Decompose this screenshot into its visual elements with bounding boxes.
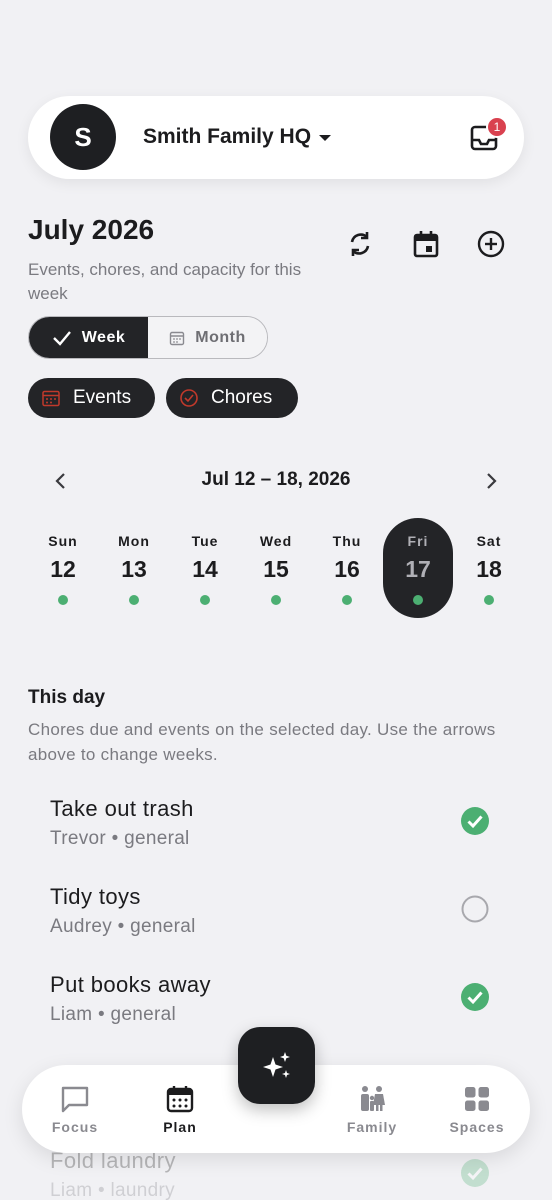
nav-spaces[interactable]: Spaces [432,1085,522,1135]
day-sun[interactable]: Sun 12 [28,518,98,618]
month-label: Month [195,328,246,346]
calendar-icon [170,331,185,345]
chore-title: Take out trash [50,796,194,821]
view-toggle: Week Month [28,316,268,359]
activity-dot [58,595,68,605]
notification-badge: 1 [486,116,508,138]
chevron-down-icon [319,135,332,141]
day-number: 13 [121,556,147,582]
nav-plan[interactable]: Plan [135,1085,225,1135]
month-view-button[interactable]: Month [148,317,267,358]
activity-dot [342,595,352,605]
add-circle-icon[interactable] [475,228,507,260]
day-name: Sun [48,533,78,549]
day-number: 16 [334,556,360,582]
check-done-icon[interactable] [460,806,490,836]
check-circle-icon [180,389,198,407]
grid-icon [465,1087,489,1111]
day-sat[interactable]: Sat 18 [454,518,524,618]
activity-dot [413,595,423,605]
day-name: Sat [476,533,502,549]
day-name: Fri [407,533,429,549]
activity-dot [484,595,494,605]
section-title: This day [28,687,106,708]
family-switcher[interactable]: Smith Family HQ [143,125,332,149]
day-mon[interactable]: Mon 13 [99,518,169,618]
sparkles-icon [262,1051,290,1078]
chores-chip-label: Chores [211,387,273,408]
day-number: 14 [192,556,218,582]
chore-title: Put books away [50,972,211,997]
calendar-today-icon[interactable] [410,228,442,260]
day-tue[interactable]: Tue 14 [170,518,240,618]
nav-label: Family [346,1119,398,1135]
chore-meta: Liam • laundry [50,1180,175,1200]
day-thu[interactable]: Thu 16 [312,518,382,618]
chore-item[interactable]: Tidy toys Audrey • general [50,884,510,954]
day-wed[interactable]: Wed 15 [241,518,311,618]
activity-dot [129,595,139,605]
events-filter-chip[interactable]: Events [28,378,155,418]
chore-meta: Liam • general [50,1004,176,1025]
check-empty-icon[interactable] [460,894,490,924]
avatar[interactable]: S [50,104,116,170]
family-header-card: S Smith Family HQ 1 [28,96,524,179]
events-chip-label: Events [73,387,132,408]
activity-dot [200,595,210,605]
page-subtitle: Events, chores, and capacity for this we… [28,260,302,303]
nav-focus[interactable]: Focus [30,1085,120,1135]
day-name: Tue [191,533,219,549]
nav-label: Plan [163,1119,197,1135]
nav-label: Focus [51,1119,99,1135]
check-done-icon[interactable] [460,982,490,1012]
ai-assistant-button[interactable] [238,1027,315,1104]
chore-item[interactable]: Take out trash Trevor • general [50,796,510,866]
chores-filter-chip[interactable]: Chores [166,378,298,418]
day-name: Mon [118,533,150,549]
calendar-icon [166,1086,194,1113]
chore-meta: Audrey • general [50,916,196,937]
next-week-button[interactable] [481,470,501,492]
day-name: Thu [332,533,362,549]
day-number: 17 [405,556,431,582]
day-number: 12 [50,556,76,582]
day-name: Wed [259,533,293,549]
week-range-label: Jul 12 – 18, 2026 [201,469,351,490]
family-name: Smith Family HQ [143,125,312,148]
sync-icon[interactable] [344,228,376,260]
chore-item[interactable]: Fold laundry Liam • laundry [50,1148,510,1200]
section-description: Chores due and events on the selected da… [28,720,496,764]
chat-bubble-icon [61,1086,89,1113]
day-number: 15 [263,556,289,582]
chore-meta: Trevor • general [50,828,190,849]
week-label: Week [81,328,126,346]
page-title: July 2026 [28,214,155,245]
activity-dot [271,595,281,605]
week-view-button[interactable]: Week [29,317,148,358]
day-fri[interactable]: Fri 17 [383,518,453,618]
checkmark-icon [52,330,71,346]
day-number: 18 [476,556,502,582]
calendar-icon [42,390,60,407]
chore-title: Tidy toys [50,884,141,909]
family-icon [361,1086,385,1111]
check-done-icon[interactable] [460,1158,490,1188]
nav-family[interactable]: Family [327,1085,417,1135]
nav-label: Spaces [449,1119,505,1135]
